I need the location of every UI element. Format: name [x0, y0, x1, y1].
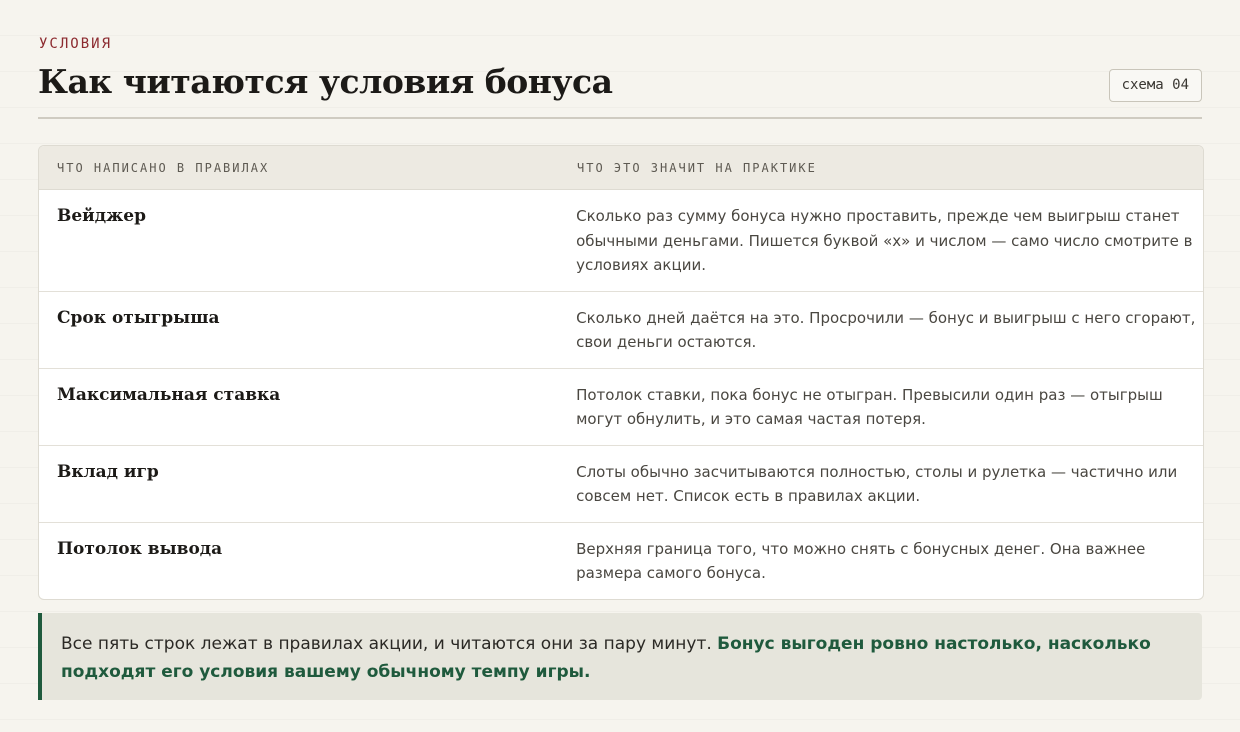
table-row: Потолок вывода Верхняя граница того, что…: [39, 523, 1203, 599]
description-cell: Потолок ставки, пока бонус не отыгран. П…: [576, 385, 1163, 429]
column-header-rules: ЧТО НАПИСАНО В ПРАВИЛАХ: [57, 160, 270, 175]
scheme-badge: схема 04: [1108, 69, 1202, 102]
table-row: Вейджер Сколько раз сумму бонуса нужно п…: [39, 190, 1203, 292]
term-cell: Вклад игр: [57, 461, 159, 482]
title-divider: [38, 117, 1202, 119]
description-cell: Сколько раз сумму бонуса нужно проставит…: [576, 207, 1193, 274]
page-title: Как читаются условия бонуса: [38, 62, 613, 101]
table-row: Вклад игр Слоты обычно засчитываются пол…: [39, 446, 1203, 523]
table-header: ЧТО НАПИСАНО В ПРАВИЛАХ ЧТО ЭТО ЗНАЧИТ Н…: [39, 146, 1203, 190]
description-cell: Слоты обычно засчитываются полностью, ст…: [576, 462, 1178, 506]
section-eyebrow: УСЛОВИЯ: [39, 36, 113, 52]
terms-table: ЧТО НАПИСАНО В ПРАВИЛАХ ЧТО ЭТО ЗНАЧИТ Н…: [38, 145, 1204, 600]
term-cell: Срок отыгрыша: [57, 307, 220, 328]
table-row: Максимальная ставка Потолок ставки, пока…: [39, 369, 1203, 446]
term-cell: Максимальная ставка: [57, 384, 281, 405]
column-header-meaning: ЧТО ЭТО ЗНАЧИТ НА ПРАКТИКЕ: [577, 160, 817, 175]
note-text: Все пять строк лежат в правилах акции, и…: [61, 634, 712, 654]
table-row: Срок отыгрыша Сколько дней даётся на это…: [39, 292, 1203, 369]
description-cell: Сколько дней даётся на это. Просрочили —…: [576, 308, 1196, 352]
summary-note: Все пять строк лежат в правилах акции, и…: [38, 613, 1202, 700]
term-cell: Вейджер: [57, 206, 146, 226]
description-cell: Верхняя граница того, что можно снять с …: [576, 539, 1146, 583]
term-cell: Потолок вывода: [57, 538, 223, 559]
